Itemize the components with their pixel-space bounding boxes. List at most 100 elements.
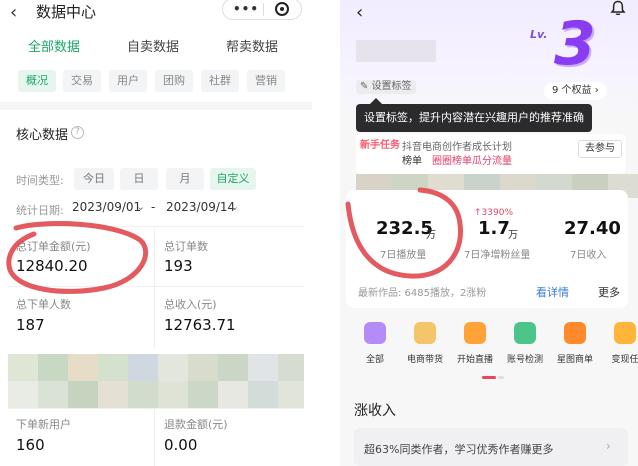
- tool-ecommerce[interactable]: 电商带货: [398, 322, 452, 365]
- miniapp-capsule: •••: [222, 0, 302, 20]
- capsule-divider: [263, 3, 264, 16]
- stat-value: 232.5: [376, 218, 433, 239]
- time-option-day[interactable]: 日: [120, 168, 158, 190]
- trophy-icon: [614, 322, 636, 344]
- page-title: 数据中心: [36, 3, 97, 21]
- tool-label: 星图商单: [556, 355, 593, 365]
- bell-icon[interactable]: [610, 0, 626, 16]
- trend-badge: ↑3390%: [474, 208, 513, 218]
- page-indicator-active: [482, 376, 496, 379]
- grid-divider: [154, 408, 155, 466]
- set-tag-button[interactable]: ✎ 设置标签: [356, 80, 416, 94]
- tool-label: 账号检测: [506, 355, 543, 365]
- chip-community[interactable]: 社群: [201, 70, 239, 92]
- time-type-label: 时间类型:: [16, 174, 64, 187]
- metric-value: 187: [16, 316, 45, 334]
- live-icon: [464, 322, 486, 344]
- time-option-today[interactable]: 今日: [74, 168, 114, 190]
- tool-monetize[interactable]: 变现任: [598, 322, 638, 365]
- blurred-region: [8, 354, 304, 408]
- back-icon[interactable]: ‹: [10, 2, 17, 23]
- stat-value: 1.7: [478, 218, 510, 239]
- close-target-icon[interactable]: [275, 2, 289, 16]
- metric-value: 193: [164, 257, 193, 275]
- income-banner-text: 超63%同类作者，学习优秀作者赚更多: [364, 443, 554, 456]
- tab-all-data[interactable]: 全部数据: [28, 36, 80, 55]
- time-option-month[interactable]: 月: [166, 168, 204, 190]
- stat-label: 7日收入: [570, 250, 607, 261]
- metric-value: 160: [16, 436, 45, 454]
- chevron-down-icon: ⌄: [136, 200, 146, 213]
- back-icon[interactable]: ‹: [356, 2, 363, 23]
- grid-divider: [8, 226, 304, 227]
- metric-value: 0.00: [164, 436, 198, 454]
- metric-label: 总下单人数: [16, 298, 71, 311]
- grid-divider: [8, 286, 304, 287]
- level-prefix: Lv.: [530, 28, 548, 41]
- date-start[interactable]: 2023/09/01: [72, 200, 141, 214]
- chip-overview[interactable]: 概况: [18, 70, 56, 92]
- set-tag-label: 设置标签: [371, 81, 412, 92]
- help-icon[interactable]: ?: [71, 126, 84, 139]
- page-indicator: [498, 376, 504, 379]
- left-header: ‹ 数据中心 •••: [0, 0, 312, 32]
- tool-label: 全部: [365, 355, 384, 365]
- blurred-avatar-name: [356, 40, 436, 62]
- tool-row: 全部 电商带货 开始直播 账号检测 星图商单 变现任: [340, 322, 638, 378]
- chevron-down-icon: ⌄: [230, 200, 240, 213]
- task-card[interactable]: 新手任务 抖音电商创作者成长计划 榜单 圈圈榜单瓜分流量 去参与: [356, 134, 626, 174]
- view-detail-link[interactable]: 看详情: [536, 284, 569, 300]
- chip-trade[interactable]: 交易: [63, 70, 101, 92]
- metric-label: 总收入(元): [164, 298, 217, 311]
- task-link[interactable]: 圈圈榜单瓜分流量: [432, 152, 512, 167]
- chip-groupbuy[interactable]: 团购: [155, 70, 193, 92]
- stat-unit: 万: [508, 230, 518, 241]
- stat-label: 7日净增粉丝量: [464, 250, 531, 261]
- chip-marketing[interactable]: 营销: [247, 70, 285, 92]
- tool-label: 变现任: [611, 355, 638, 365]
- grid-divider: [154, 226, 155, 348]
- time-option-custom[interactable]: 自定义: [210, 168, 256, 190]
- right-panel: ‹ Lv. 3 9 个权益 › ✎ 设置标签 设置标签，提升内容潜在兴趣用户的推…: [340, 0, 638, 466]
- metric-label: 总订单金额(元): [16, 240, 91, 253]
- metric-label: 下单新用户: [16, 418, 71, 431]
- income-banner[interactable]: 超63%同类作者，学习优秀作者赚更多 ›: [354, 428, 628, 466]
- tooltip: 设置标签，提升内容潜在兴趣用户的推荐准确性: [356, 98, 592, 152]
- tab-self-sell[interactable]: 自卖数据: [127, 36, 179, 55]
- grid-divider: [8, 408, 304, 409]
- tool-live[interactable]: 开始直播: [448, 322, 502, 365]
- stat-value: 27.40: [564, 218, 621, 239]
- income-section-title: 涨收入: [354, 403, 396, 419]
- chip-users[interactable]: 用户: [109, 70, 147, 92]
- metric-value: 12840.20: [16, 257, 88, 275]
- tab-help-sell[interactable]: 帮卖数据: [226, 36, 278, 55]
- date-end[interactable]: 2023/09/14: [166, 200, 235, 214]
- data-tabs: 全部数据 自卖数据 帮卖数据: [0, 34, 312, 58]
- more-link[interactable]: 更多: [598, 284, 620, 300]
- metric-label: 总订单数: [164, 240, 208, 253]
- metric-value: 12763.71: [164, 316, 236, 334]
- tool-label: 开始直播: [456, 355, 493, 365]
- date-separator: -: [151, 200, 156, 214]
- task-title: 抖音电商创作者成长计划: [402, 142, 512, 153]
- stats-card: 232.5 万 7日播放量 ↑3390% 1.7 万 7日净增粉丝量 27.40…: [346, 190, 628, 308]
- bag-icon: [414, 322, 436, 344]
- grid-icon: [364, 322, 386, 344]
- join-button[interactable]: 去参与: [578, 140, 622, 158]
- latest-works: 最新作品: 6485播放，2涨粉: [358, 288, 487, 299]
- section-title: 核心数据: [16, 128, 69, 143]
- task-tag: 榜单: [402, 156, 422, 167]
- level-number: 3: [554, 9, 596, 79]
- star-icon: [564, 322, 586, 344]
- left-panel: ‹ 数据中心 ••• 全部数据 自卖数据 帮卖数据 概况 交易 用户 团购 社群…: [0, 0, 312, 466]
- rights-button[interactable]: 9 个权益 ›: [544, 82, 607, 100]
- stat-unit: 万: [426, 230, 436, 241]
- more-icon[interactable]: •••: [233, 2, 259, 16]
- task-badge: 新手任务: [360, 140, 400, 151]
- tool-account-check[interactable]: 账号检测: [498, 322, 552, 365]
- tool-star-orders[interactable]: 星图商单: [548, 322, 602, 365]
- date-label: 统计日期:: [16, 204, 64, 217]
- check-icon: [514, 322, 536, 344]
- stat-label: 7日播放量: [380, 250, 427, 261]
- tool-all[interactable]: 全部: [348, 322, 402, 365]
